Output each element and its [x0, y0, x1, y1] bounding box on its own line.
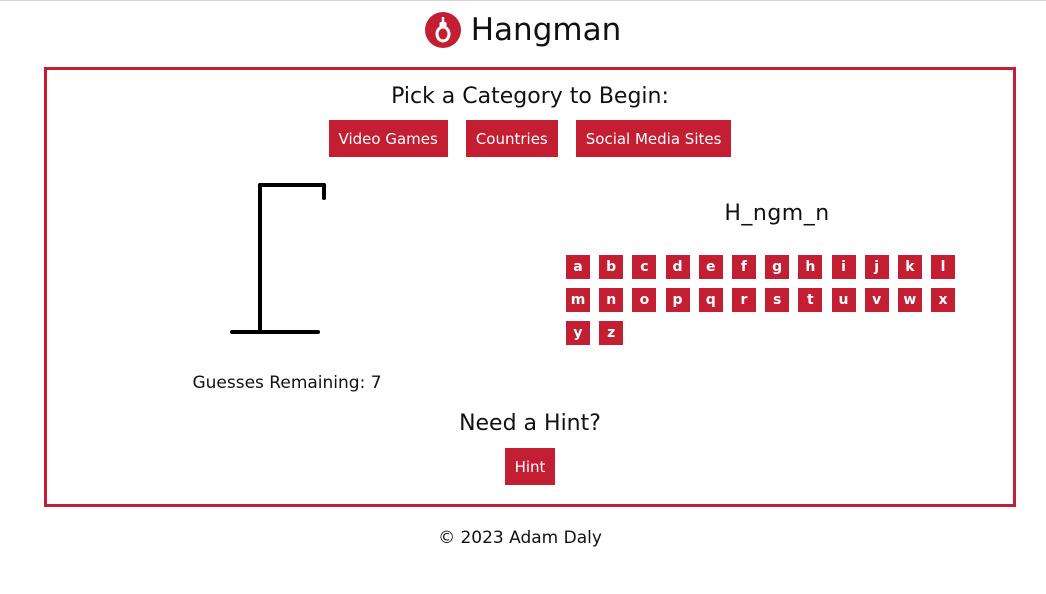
category-video-games-button[interactable]: Video Games: [328, 120, 448, 157]
letter-button-o[interactable]: o: [632, 288, 657, 312]
hint-heading: Need a Hint?: [459, 411, 601, 436]
page-header: Hangman: [0, 8, 1046, 52]
letter-button-y[interactable]: y: [566, 321, 590, 345]
hint-row: Hint: [47, 448, 1013, 485]
letter-button-i[interactable]: i: [831, 255, 856, 279]
top-divider: [0, 0, 1046, 1]
noose-icon: [424, 12, 461, 48]
letter-button-c[interactable]: c: [632, 255, 657, 279]
letter-button-s[interactable]: s: [765, 288, 790, 312]
letter-button-b[interactable]: b: [599, 255, 624, 279]
guesses-remaining: Guesses Remaining: 7: [192, 373, 382, 393]
word-display: H_ngm_n: [724, 201, 830, 226]
letter-button-h[interactable]: h: [798, 255, 823, 279]
footer-copyright: © 2023 Adam Daly: [438, 528, 602, 548]
hint-button[interactable]: Hint: [504, 448, 556, 485]
letter-button-v[interactable]: v: [864, 288, 889, 312]
category-buttons: Video Games Countries Social Media Sites: [47, 120, 1013, 157]
letter-button-m[interactable]: m: [566, 288, 590, 312]
letter-button-d[interactable]: d: [665, 255, 690, 279]
letter-button-z[interactable]: z: [599, 321, 624, 345]
letter-button-a[interactable]: a: [566, 255, 590, 279]
letter-keyboard: abcdefghijkl mnopqrstuvwx yz: [566, 255, 966, 345]
letter-button-n[interactable]: n: [599, 288, 624, 312]
letter-button-g[interactable]: g: [765, 255, 790, 279]
category-social-media-button[interactable]: Social Media Sites: [575, 120, 732, 157]
letter-button-w[interactable]: w: [897, 288, 922, 312]
category-heading: Pick a Category to Begin:: [391, 84, 669, 109]
letter-button-l[interactable]: l: [931, 255, 956, 279]
app-title: Hangman: [470, 12, 622, 48]
game-panel: Pick a Category to Begin: Video Games Co…: [44, 67, 1016, 507]
letter-button-p[interactable]: p: [665, 288, 690, 312]
letter-button-t[interactable]: t: [798, 288, 823, 312]
letter-button-f[interactable]: f: [731, 255, 756, 279]
letter-button-r[interactable]: r: [731, 288, 756, 312]
category-countries-button[interactable]: Countries: [465, 120, 558, 157]
gallows-drawing: [230, 183, 326, 334]
letter-button-e[interactable]: e: [698, 255, 723, 279]
letter-button-u[interactable]: u: [831, 288, 856, 312]
letter-button-j[interactable]: j: [864, 255, 889, 279]
letter-button-q[interactable]: q: [698, 288, 723, 312]
letter-button-k[interactable]: k: [897, 255, 922, 279]
letter-button-x[interactable]: x: [931, 288, 956, 312]
